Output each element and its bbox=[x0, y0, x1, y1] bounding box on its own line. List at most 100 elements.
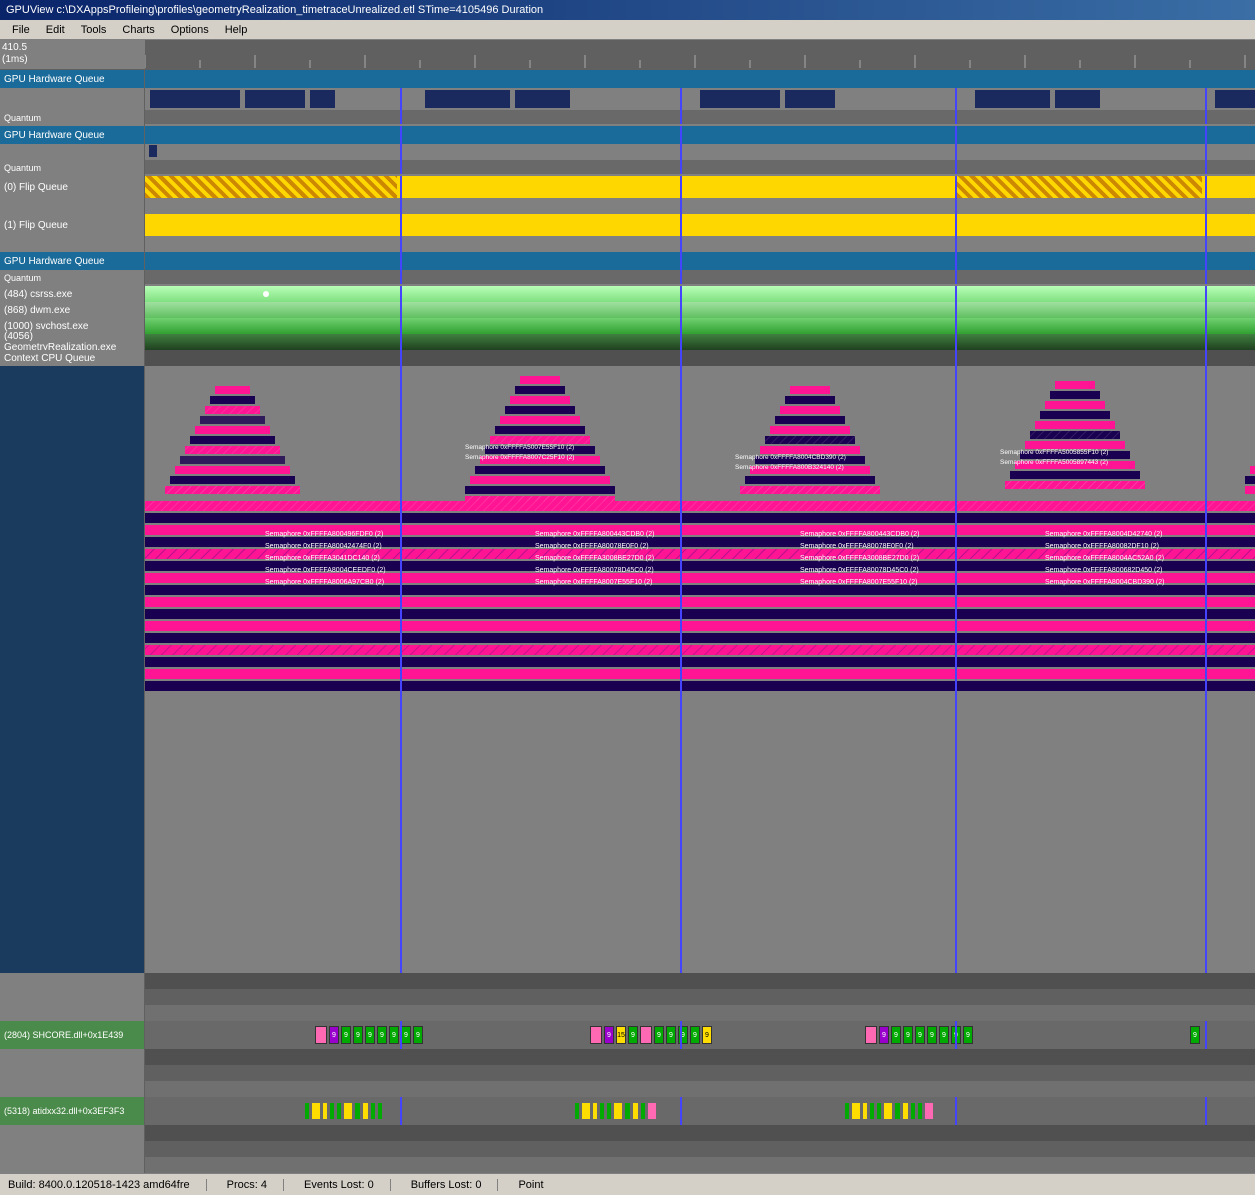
sep-3-label bbox=[0, 1005, 145, 1021]
context-cpu-queue-content bbox=[145, 350, 1255, 366]
ruler-label: 410.5 (1ms) bbox=[2, 42, 28, 66]
proc-geomrealization-content bbox=[145, 334, 1255, 350]
menu-bar: File Edit Tools Charts Options Help bbox=[0, 20, 1255, 40]
flip-queue-0-content bbox=[145, 176, 1255, 198]
gpu-hw-queue-3-header: GPU Hardware Queue bbox=[0, 252, 1255, 270]
sep-5-label bbox=[0, 1065, 145, 1081]
svg-text:Semaphore 0xFFFFA8004D42740 (2: Semaphore 0xFFFFA8004D42740 (2) bbox=[1045, 531, 1163, 538]
sep-9-label bbox=[0, 1157, 145, 1173]
quantum-3-content bbox=[145, 270, 1255, 284]
proc-geomrealization: (4056) GeometryRealization.exe bbox=[0, 334, 1255, 350]
sep-8-label bbox=[0, 1141, 145, 1157]
svg-text:Semaphore 0xFFFFA800496FDF0 (2: Semaphore 0xFFFFA800496FDF0 (2) bbox=[265, 531, 383, 538]
svg-text:Semaphore 0xFFFFA80078D45C0 (2: Semaphore 0xFFFFA80078D45C0 (2) bbox=[800, 567, 919, 574]
menu-tools[interactable]: Tools bbox=[73, 22, 115, 38]
flip-queue-0-label: (0) Flip Queue bbox=[0, 176, 145, 198]
gpu-hw-queue-2-content bbox=[145, 126, 1255, 144]
svg-text:Semaphore 0xFFFFA3008BE27D0 (2: Semaphore 0xFFFFA3008BE27D0 (2) bbox=[535, 555, 654, 562]
thread-shcore-label: (2804) SHCORE.dll+0x1E439 bbox=[0, 1021, 145, 1049]
status-procs: Procs: 4 bbox=[227, 1179, 284, 1191]
sep-6-content bbox=[145, 1081, 1255, 1097]
sep-6-label bbox=[0, 1081, 145, 1097]
svg-text:Semaphore 0xFFFFA800682D450 (2: Semaphore 0xFFFFA800682D450 (2) bbox=[1045, 567, 1163, 574]
thread-atidxx32: (5318) atidxx32.dll+0x3EF3F3 bbox=[0, 1097, 1255, 1125]
thread-atidxx32-content bbox=[145, 1097, 1255, 1125]
quantum-1: Quantum bbox=[0, 110, 1255, 126]
sep-4-content bbox=[145, 1049, 1255, 1065]
status-events-lost: Events Lost: 0 bbox=[304, 1179, 391, 1191]
sep-5 bbox=[0, 1065, 1255, 1081]
svg-text:Semaphore 0xFFFFA8007E55F10 (2: Semaphore 0xFFFFA8007E55F10 (2) bbox=[800, 579, 918, 586]
gpu-viz-area: Semaphore 0xFFFFA5007E55F10 (2) Semaphor… bbox=[0, 366, 1255, 973]
sep-3 bbox=[0, 1005, 1255, 1021]
menu-edit[interactable]: Edit bbox=[38, 22, 73, 38]
sep-5-content bbox=[145, 1065, 1255, 1081]
sep-9-content bbox=[145, 1157, 1255, 1173]
sep-2 bbox=[0, 989, 1255, 1005]
quantum-3-label: Quantum bbox=[0, 270, 145, 286]
title-text: GPUView c:\DXAppsProfileing\profiles\geo… bbox=[6, 4, 543, 16]
proc-csrss-content bbox=[145, 286, 1255, 302]
context-cpu-queue: Context CPU Queue bbox=[0, 350, 1255, 366]
svg-text:Semaphore 0xFFFFA5005855F10 (2: Semaphore 0xFFFFA5005855F10 (2) bbox=[1000, 449, 1108, 456]
flip-queue-1: (1) Flip Queue bbox=[0, 214, 1255, 236]
menu-help[interactable]: Help bbox=[217, 22, 256, 38]
sep-7 bbox=[0, 1125, 1255, 1141]
svg-text:Semaphore 0xFFFFA3008BE27D0 (2: Semaphore 0xFFFFA3008BE27D0 (2) bbox=[800, 555, 919, 562]
proc-geomrealization-label: (4056) GeometryRealization.exe bbox=[0, 334, 145, 350]
quantum-2-label: Quantum bbox=[0, 160, 145, 176]
flip-queue-1-content bbox=[145, 214, 1255, 236]
menu-file[interactable]: File bbox=[4, 22, 38, 38]
title-bar: GPUView c:\DXAppsProfileing\profiles\geo… bbox=[0, 0, 1255, 20]
menu-options[interactable]: Options bbox=[163, 22, 217, 38]
svg-text:Semaphore 0xFFFFA800B324140 (2: Semaphore 0xFFFFA800B324140 (2) bbox=[735, 464, 844, 471]
gpu-activity-1-label bbox=[0, 88, 145, 110]
sep-4-label bbox=[0, 1049, 145, 1065]
sep-7-label bbox=[0, 1125, 145, 1141]
thread-atidxx32-label: (5318) atidxx32.dll+0x3EF3F3 bbox=[0, 1097, 145, 1125]
gpu-viz-content: Semaphore 0xFFFFA5007E55F10 (2) Semaphor… bbox=[145, 366, 1255, 973]
svg-text:Semaphore 0xFFFFA8004CBD390 (2: Semaphore 0xFFFFA8004CBD390 (2) bbox=[735, 454, 846, 461]
sep-6 bbox=[0, 1081, 1255, 1097]
gpu-activity-1-content bbox=[145, 88, 1255, 110]
svg-text:Semaphore 0xFFFFA8007E55F10 (2: Semaphore 0xFFFFA8007E55F10 (2) bbox=[535, 579, 653, 586]
gpu-hw-queue-1-label: GPU Hardware Queue bbox=[0, 70, 145, 88]
status-bar: Build: 8400.0.120518-1423 amd64fre Procs… bbox=[0, 1173, 1255, 1195]
quantum-1-label: Quantum bbox=[0, 110, 145, 126]
svg-text:Semaphore 0xFFFFA80078E0F0 (2): Semaphore 0xFFFFA80078E0F0 (2) bbox=[800, 543, 914, 550]
status-build: Build: 8400.0.120518-1423 amd64fre bbox=[8, 1179, 207, 1191]
sep-3-content bbox=[145, 1005, 1255, 1021]
ruler-unit: (1ms) bbox=[2, 54, 28, 66]
proc-dwm-content bbox=[145, 302, 1255, 318]
flip-queue-0-sub-content bbox=[145, 198, 1255, 214]
status-buffers-lost: Buffers Lost: 0 bbox=[411, 1179, 499, 1191]
sep-2-label bbox=[0, 989, 145, 1005]
svg-text:Semaphore 0xFFFFA80082DF10 (2): Semaphore 0xFFFFA80082DF10 (2) bbox=[1045, 543, 1159, 550]
proc-dwm-label: (868) dwm.exe bbox=[0, 302, 145, 318]
gpu-hw-queue-1-content bbox=[145, 70, 1255, 88]
flip-queue-1-sub-content bbox=[145, 236, 1255, 252]
status-point: Point bbox=[518, 1179, 543, 1191]
main-content: 410.5 (1ms) bbox=[0, 40, 1255, 1173]
svg-text:Semaphore 0xFFFFA8007C25F10 (2: Semaphore 0xFFFFA8007C25F10 (2) bbox=[465, 454, 574, 461]
proc-svchost: (1000) svchost.exe bbox=[0, 318, 1255, 334]
quantum-2-content bbox=[145, 160, 1255, 174]
sep-4 bbox=[0, 1049, 1255, 1065]
menu-charts[interactable]: Charts bbox=[114, 22, 162, 38]
svg-text:Semaphore 0xFFFFA8006A97CB0 (2: Semaphore 0xFFFFA8006A97CB0 (2) bbox=[265, 579, 384, 586]
sep-8 bbox=[0, 1141, 1255, 1157]
svg-text:Semaphore 0xFFFFA80078E0F0 (2): Semaphore 0xFFFFA80078E0F0 (2) bbox=[535, 543, 649, 550]
sep-1-label bbox=[0, 973, 145, 989]
gpu-activity-2-label bbox=[0, 144, 145, 160]
svg-text:Semaphore 0xFFFFA8004AC52A0 (2: Semaphore 0xFFFFA8004AC52A0 (2) bbox=[1045, 555, 1164, 562]
gpu-activity-1 bbox=[0, 88, 1255, 110]
flip-queue-1-sub-label bbox=[0, 236, 145, 252]
svg-text:Semaphore 0xFFFFA8004CEEDF0 (2: Semaphore 0xFFFFA8004CEEDF0 (2) bbox=[265, 567, 386, 574]
quantum-2: Quantum bbox=[0, 160, 1255, 176]
context-cpu-queue-label: Context CPU Queue bbox=[0, 350, 145, 366]
svg-text:Semaphore 0xFFFFA80078D45C0 (2: Semaphore 0xFFFFA80078D45C0 (2) bbox=[535, 567, 654, 574]
quantum-3: Quantum bbox=[0, 270, 1255, 286]
gpu-hw-queue-2-header: GPU Hardware Queue bbox=[0, 126, 1255, 144]
svg-text:Semaphore 0xFFFFA800443CDB0 (2: Semaphore 0xFFFFA800443CDB0 (2) bbox=[535, 531, 654, 538]
gpu-activity-2-content bbox=[145, 144, 1255, 160]
